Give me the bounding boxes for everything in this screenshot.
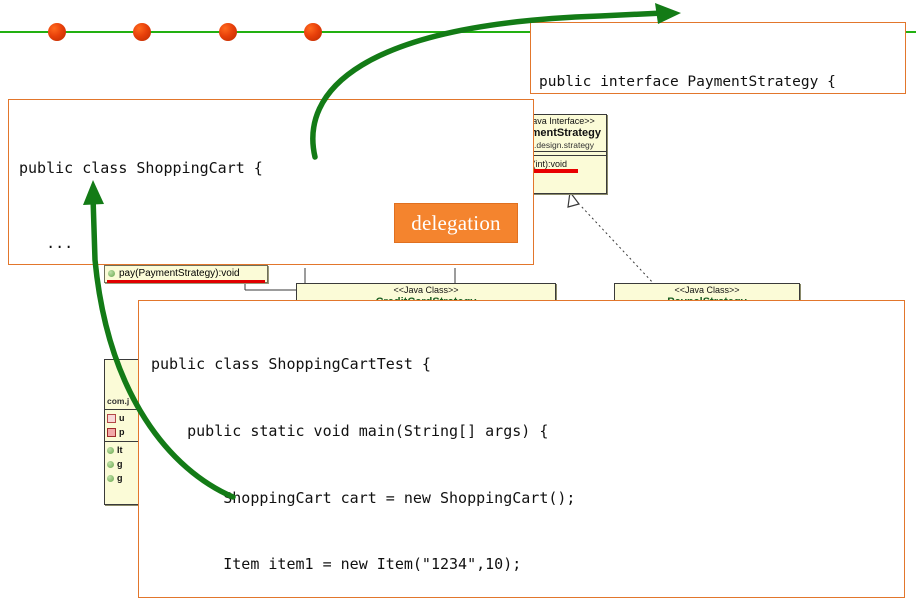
chip-red-underline <box>107 280 265 283</box>
code-line: public interface PaymentStrategy { <box>539 74 836 90</box>
method-dot-icon-1 <box>107 446 114 454</box>
code-box-shopping-cart-test[interactable]: public class ShoppingCartTest { public s… <box>138 300 905 598</box>
private-field-icon-2 <box>107 427 116 437</box>
code-line: Item item1 = new Item("1234",10); <box>151 555 522 574</box>
bead-2 <box>133 23 151 41</box>
private-field-icon <box>107 413 116 423</box>
bead-1 <box>48 23 66 41</box>
code-line: public static void main(String[] args) { <box>151 422 549 441</box>
code-line: public class ShoppingCart { <box>19 159 263 177</box>
method-dot-icon-3 <box>107 474 114 482</box>
uml-dashed-line <box>579 204 656 286</box>
delegation-badge: delegation <box>394 203 518 243</box>
uml-method-chip-label: pay(PaymentStrategy):void <box>119 267 240 279</box>
uml-method-label-2: g <box>117 459 123 469</box>
uml-field-label-2: p <box>119 427 125 437</box>
uml-class-stereotype-right: <<Java Class>> <box>674 285 740 295</box>
uml-field-label-1: u <box>119 413 125 423</box>
bead-3 <box>219 23 237 41</box>
method-dot-icon-chip <box>108 270 115 277</box>
method-dot-icon-2 <box>107 460 114 468</box>
uml-method-label-3: g <box>117 473 123 483</box>
bead-4 <box>304 23 322 41</box>
uml-class-stereotype-left: <<Java Class>> <box>393 285 459 295</box>
slide-canvas: <<Java Interface>> PaymentStrategy com.d… <box>0 0 916 604</box>
uml-method-label-1: It <box>117 445 123 455</box>
code-box-payment-strategy[interactable]: public interface PaymentStrategy { publi… <box>530 22 906 94</box>
uml-method-chip[interactable]: pay(PaymentStrategy):void <box>104 265 268 283</box>
code-line: ShoppingCart cart = new ShoppingCart(); <box>151 488 576 507</box>
uml-hollow-triangle-icon <box>567 190 581 208</box>
code-line: public class ShoppingCartTest { <box>151 355 431 374</box>
